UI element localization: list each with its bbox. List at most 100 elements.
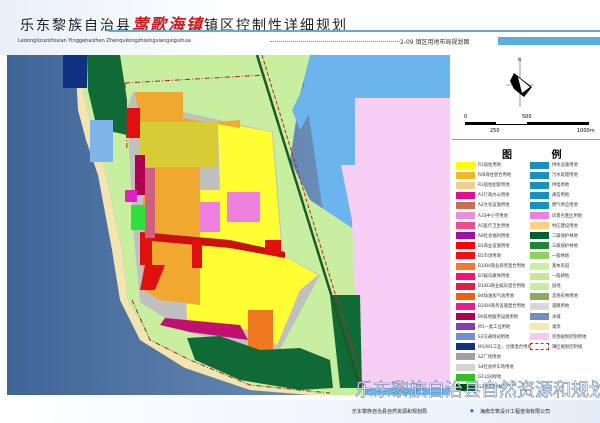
legend-label: R/B商住混合用地 bbox=[478, 173, 512, 179]
legend-label: S4社会停车场用地 bbox=[478, 365, 514, 370]
residential-north bbox=[140, 122, 218, 167]
legend-swatch bbox=[530, 242, 549, 250]
legend-item: B1/B3商业娱乐混合用地 bbox=[456, 282, 525, 290]
legend-item: S4社会停车场用地 bbox=[456, 363, 514, 371]
legend-item: 二级保护林地 bbox=[530, 232, 578, 240]
legend-label: B3娱乐康体用地 bbox=[478, 274, 510, 280]
legend-item: M1一类工业用地 bbox=[456, 323, 510, 331]
legend-item: 道路用地 bbox=[530, 302, 569, 310]
legend-label: 滩涂 bbox=[552, 324, 561, 330]
legend-label: 园地 bbox=[552, 284, 561, 290]
legend-label: 水域 bbox=[552, 314, 561, 320]
red-block-1 bbox=[127, 108, 140, 138]
footer-org: 乐东黎族自治县自然资源和规划局 bbox=[352, 409, 428, 415]
legend-label: B1/B4商业商务混合用地 bbox=[478, 264, 526, 269]
legend-swatch bbox=[530, 171, 549, 179]
legend-item: B1/B4商业商务混合用地 bbox=[456, 262, 525, 270]
header: 乐东黎族自治县莺歌海镇镇区控制性详细规划 Ledonglizuzizhixian… bbox=[0, 0, 600, 55]
legend-label: 外围规划控制用地 bbox=[552, 334, 587, 340]
legend-item: R3居住配套用地 bbox=[456, 181, 510, 189]
legend-swatch bbox=[456, 242, 475, 250]
legend-item: 园地 bbox=[530, 282, 561, 290]
legend-label: 通信用地 bbox=[552, 193, 570, 199]
north-label: N bbox=[518, 57, 521, 62]
legend-label: B2/B4商务设施混合用地 bbox=[478, 304, 526, 310]
legend-item: 燃气供应用地 bbox=[530, 201, 578, 209]
legend-item: A5医疗卫生用地 bbox=[456, 222, 509, 230]
title-pinyin: Ledonglizuzizhixian Yinggehaizhen Zhenqu… bbox=[18, 38, 191, 44]
legend-item: R/B商住混合用地 bbox=[456, 171, 511, 179]
legend-item: 基本农田 bbox=[530, 262, 569, 270]
legend-label: 一般林地 bbox=[552, 253, 570, 259]
park bbox=[131, 205, 145, 230]
legend-item: A6社会福利用地 bbox=[456, 232, 509, 240]
legend-swatch bbox=[456, 333, 475, 341]
legend-item: B2/B4商务设施混合用地 bbox=[456, 302, 525, 310]
legend-title: 图 例 bbox=[502, 150, 580, 161]
industrial-block bbox=[63, 55, 87, 88]
legend-label: A2文化设施用地 bbox=[478, 203, 510, 209]
legend-label: B1市场用地 bbox=[478, 253, 501, 259]
legend-swatch bbox=[530, 292, 549, 300]
legend-label: 其他农林用地 bbox=[552, 294, 578, 300]
divider bbox=[270, 41, 400, 42]
legend-swatch bbox=[456, 161, 475, 169]
legend-label: A6社会福利用地 bbox=[478, 233, 510, 239]
north-arrow-icon bbox=[506, 59, 534, 107]
legend-label: R1居住用地 bbox=[478, 163, 501, 168]
legend-swatch bbox=[530, 191, 549, 199]
legend-label: 二级保护林地 bbox=[552, 233, 578, 239]
legend-swatch bbox=[530, 212, 549, 219]
drawing-title: 2-09 镇区用地布局规划图 bbox=[400, 39, 470, 46]
legend-item: B1商业设施用地 bbox=[456, 242, 509, 250]
legend-swatch bbox=[456, 222, 475, 230]
legend-item: 风景名胜区用地 bbox=[530, 212, 582, 220]
legend-item: 其他农林用地 bbox=[530, 292, 578, 300]
drawing-title-bar bbox=[498, 37, 600, 45]
admin bbox=[125, 190, 137, 202]
legend-item: 滩涂 bbox=[530, 323, 561, 331]
legend-label: 污水处理用地 bbox=[552, 173, 578, 179]
legend-swatch bbox=[456, 353, 475, 361]
legend-swatch bbox=[456, 343, 475, 351]
legend-label: 基本农田 bbox=[552, 264, 570, 269]
legend-swatch bbox=[456, 282, 475, 290]
legend-swatch bbox=[530, 272, 549, 280]
title-underline bbox=[108, 30, 600, 32]
legend-item: 水域 bbox=[530, 313, 561, 321]
scale-bar bbox=[465, 122, 589, 125]
scale-label-1000: 1000m bbox=[577, 128, 595, 134]
legend-label: M1一类工业用地 bbox=[478, 324, 511, 330]
legend-item: S3交通场站用地 bbox=[456, 333, 509, 341]
legend-label: B1商业设施用地 bbox=[478, 243, 510, 249]
legend-item: 三级保护林地 bbox=[530, 242, 578, 250]
legend-label: 供电用地 bbox=[552, 183, 570, 189]
legend-label: A1行政办公用地 bbox=[478, 193, 510, 199]
land-use-map bbox=[7, 55, 450, 395]
legend-item: 供电用地 bbox=[530, 181, 569, 189]
legend-item: B3娱乐康体用地 bbox=[456, 272, 509, 280]
legend-item: 通信用地 bbox=[530, 191, 569, 199]
legend-label: B4加油加气站用地 bbox=[478, 294, 514, 300]
legend-item: R1居住用地 bbox=[456, 161, 501, 169]
legend-item: A2文化设施用地 bbox=[456, 201, 509, 209]
legend-swatch bbox=[456, 302, 475, 310]
legend-label: 镇区规划控制线 bbox=[552, 344, 583, 350]
legend-label: A33中小学用地 bbox=[478, 213, 508, 219]
legend-swatch bbox=[530, 343, 549, 351]
legend-swatch bbox=[456, 181, 475, 189]
legend-swatch bbox=[456, 313, 475, 320]
scale-label-250: 250 bbox=[490, 128, 500, 134]
legend-swatch bbox=[456, 323, 475, 331]
legend-label: 村庄建设用地 bbox=[552, 223, 578, 229]
legend-swatch bbox=[530, 181, 549, 189]
legend-item: 一般耕地 bbox=[530, 272, 569, 280]
legend-swatch bbox=[456, 262, 475, 270]
legend-swatch bbox=[530, 232, 549, 240]
legend-item: B4加油加气站用地 bbox=[456, 292, 514, 300]
legend-panel: N 0 250 500 1000m 图 例 R1居住用地 R/B商住混合用地 R3居… bbox=[452, 57, 600, 397]
legend-item: M1/W1工业、仓储混合用地 bbox=[456, 343, 532, 351]
legend-item: 外围规划控制用地 bbox=[530, 333, 586, 341]
health-1 bbox=[145, 168, 155, 238]
legend-swatch bbox=[456, 212, 475, 219]
